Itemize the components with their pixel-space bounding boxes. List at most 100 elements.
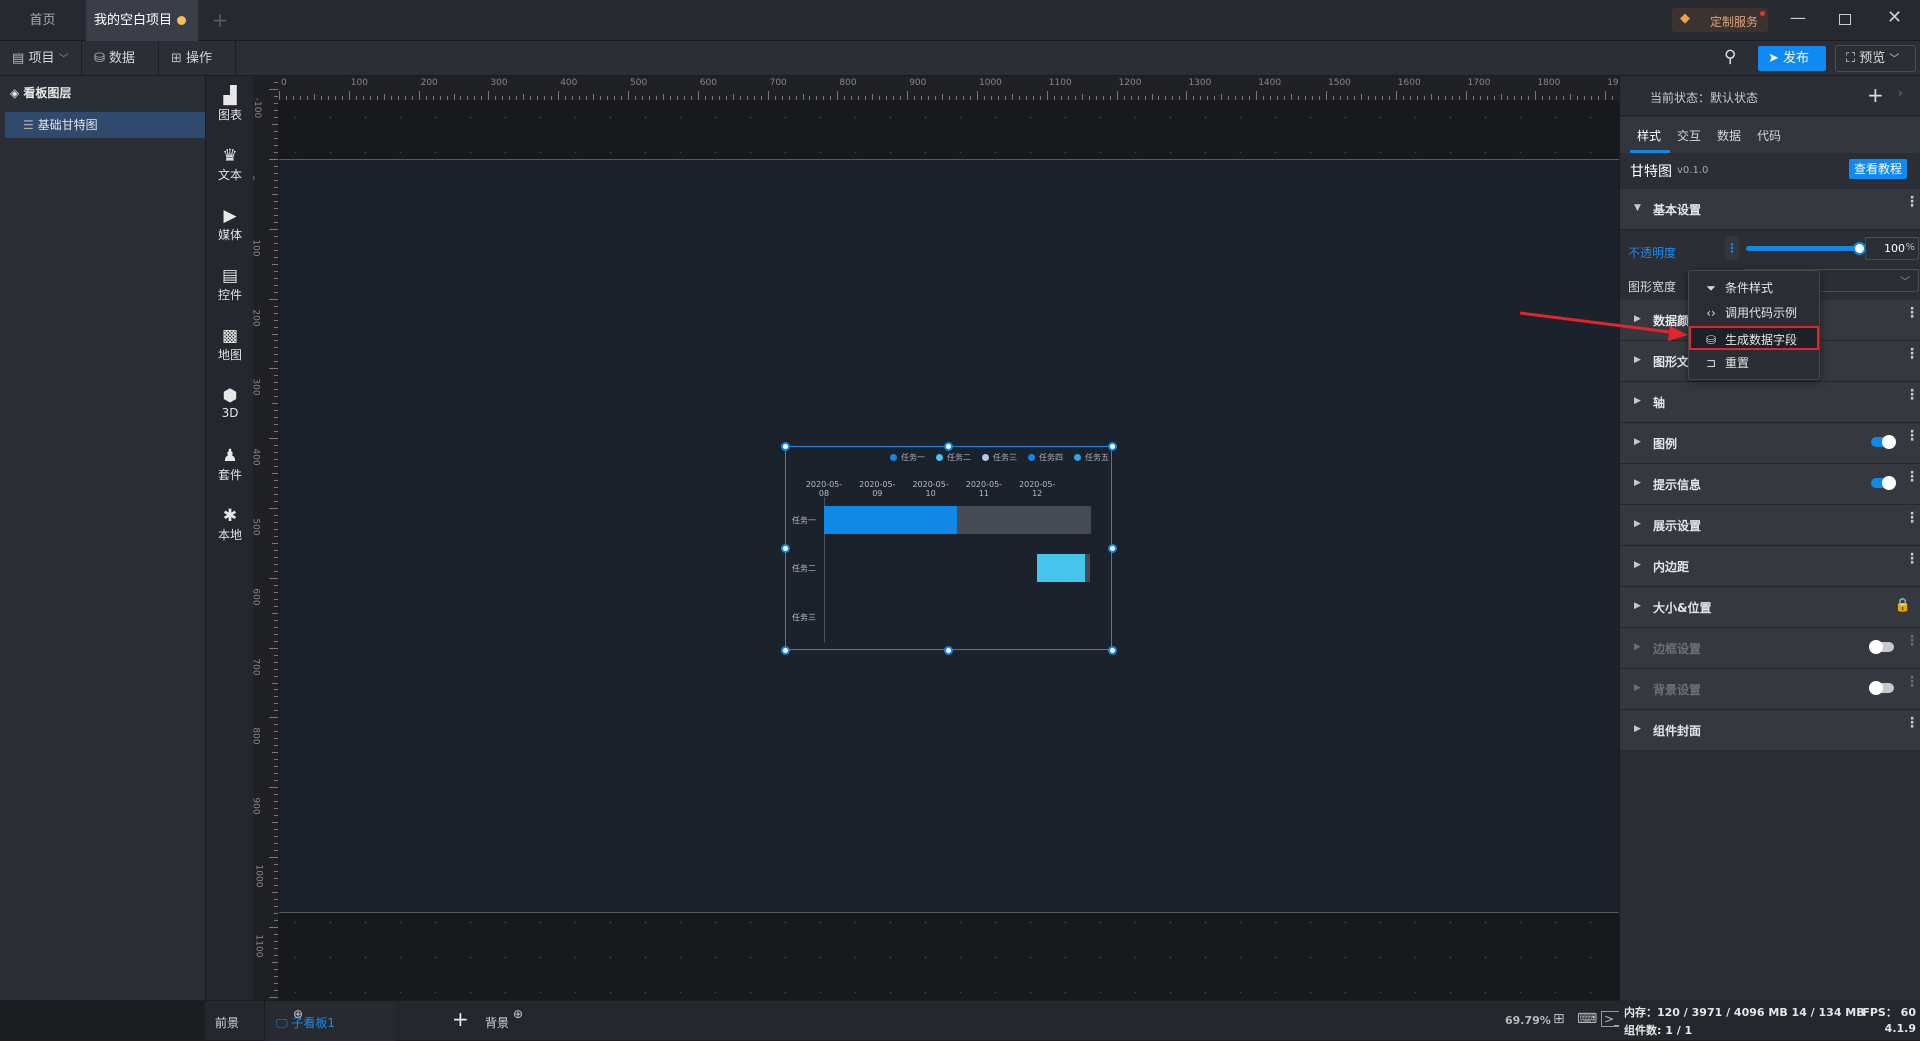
tab-home[interactable]: 首页 — [0, 0, 85, 41]
ruler-label: 800 — [253, 727, 261, 745]
new-tab-button[interactable]: + — [200, 0, 240, 41]
layers-panel: ◈ 看板图层 ☰ 基础甘特图 — [0, 76, 205, 1000]
ruler-label: 300 — [490, 78, 508, 88]
library-kit[interactable]: ♟ 套件 — [206, 446, 254, 483]
preview-button[interactable]: ⛶ 预览 ﹀ — [1835, 45, 1916, 72]
add-background-icon[interactable]: ⊕ — [513, 1007, 523, 1021]
library-3d[interactable]: ⬢ 3D — [206, 386, 254, 420]
library-text[interactable]: ♛ 文本 — [206, 146, 254, 183]
menu-operations[interactable]: ⊞ 操作 ﹀ — [159, 41, 236, 100]
more-icon[interactable]: ⋮ — [1905, 429, 1919, 443]
toggle-knob — [1882, 476, 1896, 490]
background-tab[interactable]: 背景 — [485, 1014, 509, 1031]
resize-handle[interactable] — [1107, 543, 1117, 553]
menu-item-conditional-style[interactable]: ⏷ 条件样式 — [1689, 276, 1819, 300]
section-6[interactable]: ▶ 展示设置 ⋮ — [1620, 505, 1920, 546]
resize-handle[interactable] — [780, 441, 790, 451]
lock-icon[interactable]: 🔒 — [1895, 598, 1911, 613]
more-icon[interactable]: ⋮ — [1905, 388, 1919, 402]
document-icon: ▤ — [12, 51, 25, 66]
toggle-switch[interactable] — [1869, 640, 1894, 654]
foreground-tab[interactable]: 前景 — [215, 1014, 239, 1031]
tab-project[interactable]: 我的空白项目 — [86, 0, 198, 41]
library-chart[interactable]: ▟ 图表 — [206, 86, 254, 123]
ruler-tick — [1605, 91, 1607, 100]
more-icon[interactable]: ⋮ — [1905, 470, 1919, 484]
keyboard-icon[interactable]: ⌨ — [1577, 1011, 1597, 1027]
ruler-tick — [269, 159, 278, 160]
fit-screen-icon[interactable]: ⊞ — [1553, 1011, 1565, 1027]
resize-handle[interactable] — [943, 645, 953, 655]
menu-project[interactable]: ▤ 项目 ﹀ — [0, 41, 82, 76]
library-local[interactable]: ✱ 本地 — [206, 506, 254, 543]
ruler-label: 0 — [253, 175, 255, 181]
opacity-input[interactable]: 100% — [1865, 237, 1919, 260]
section-3[interactable]: ▶ 轴 ⋮ — [1620, 382, 1920, 423]
widget-icon: ▤ — [221, 266, 239, 286]
resize-handle[interactable] — [1107, 645, 1117, 655]
resize-handle[interactable] — [943, 441, 953, 451]
ruler-tick — [837, 91, 839, 100]
section-4[interactable]: ▶ 图例 ⋮ — [1620, 423, 1920, 464]
menu-data[interactable]: ⛁ 数据 ﹀ — [82, 41, 159, 100]
chevron-right-icon[interactable]: › — [1898, 86, 1903, 100]
section-7[interactable]: ▶ 内边距 ⋮ — [1620, 546, 1920, 587]
toggle-switch[interactable] — [1869, 681, 1894, 695]
panel-tabs: 样式 交互 数据 代码 — [1620, 117, 1920, 153]
gantt-chart-component[interactable]: 任务一 任务二 任务三 任务四 任务五 2020-05-08 2020-05-09 2020… — [785, 446, 1112, 650]
menu-item-generate-fields[interactable]: ⛁ 生成数据字段 — [1689, 326, 1819, 350]
tab-style[interactable]: 样式 — [1637, 127, 1661, 144]
tab-data[interactable]: 数据 — [1717, 127, 1741, 144]
restore-icon[interactable] — [1839, 14, 1851, 25]
ruler-tick — [274, 96, 278, 98]
opacity-options-icon[interactable]: ⋮ — [1725, 236, 1739, 260]
opacity-slider[interactable] — [1746, 242, 1866, 255]
more-icon[interactable]: ⋮ — [1905, 511, 1919, 525]
more-icon[interactable]: ⋮ — [1905, 306, 1919, 320]
section-10[interactable]: ▶ 背景设置 ⋮ — [1620, 669, 1920, 710]
more-icon[interactable]: ⋮ — [1905, 634, 1919, 648]
minimize-icon[interactable]: — — [1790, 8, 1806, 27]
resize-handle[interactable] — [780, 645, 790, 655]
horizontal-ruler[interactable]: 0 100 200 300 400 500 600 700 800 900 1000 1100 1200… — [278, 76, 1620, 100]
zoom-level[interactable]: 69.79% — [1505, 1014, 1551, 1027]
search-icon[interactable]: ⚲ — [1724, 47, 1736, 67]
resize-handle[interactable] — [1107, 441, 1117, 451]
add-board-button[interactable]: + — [452, 1007, 469, 1031]
resize-handle[interactable] — [780, 543, 790, 553]
menu-item-reset[interactable]: ⊐ 重置 — [1689, 351, 1819, 375]
menu-item-code-example[interactable]: ‹› 调用代码示例 — [1689, 301, 1819, 325]
more-icon[interactable]: ⋮ — [1905, 675, 1919, 689]
more-icon[interactable]: ⋮ — [1905, 716, 1919, 730]
tab-code[interactable]: 代码 — [1757, 127, 1781, 144]
add-state-icon[interactable]: + — [1867, 83, 1884, 107]
ruler-tick — [269, 717, 278, 719]
filter-icon: ⏷ — [1706, 281, 1716, 295]
section-basic[interactable]: ▼ 基本设置 ⋮ — [1620, 189, 1920, 230]
tutorial-button[interactable]: 查看教程 — [1849, 159, 1907, 179]
annotation-arrow — [1519, 311, 1688, 341]
section-9[interactable]: ▶ 边框设置 ⋮ — [1620, 628, 1920, 669]
close-icon[interactable]: ✕ — [1887, 7, 1902, 28]
toggle-switch[interactable] — [1871, 435, 1896, 449]
layer-item[interactable]: ☰ 基础甘特图 — [5, 112, 205, 138]
caret-right-icon: ▶ — [1634, 437, 1641, 447]
toggle-switch[interactable] — [1871, 476, 1896, 490]
tab-interaction[interactable]: 交互 — [1677, 127, 1701, 144]
section-5[interactable]: ▶ 提示信息 ⋮ — [1620, 464, 1920, 505]
custom-service-button[interactable]: ◆ 定制服务 — [1672, 8, 1768, 32]
library-map[interactable]: ▩ 地图 — [206, 326, 254, 363]
section-11[interactable]: ▶ 组件封面 ⋮ — [1620, 710, 1920, 751]
more-icon[interactable]: ⋮ — [1905, 195, 1919, 209]
ruler-tick — [697, 91, 699, 100]
more-icon[interactable]: ⋮ — [1905, 552, 1919, 566]
section-8[interactable]: ▶ 大小&位置 🔒 — [1620, 587, 1920, 628]
more-icon[interactable]: ⋮ — [1905, 347, 1919, 361]
library-widget[interactable]: ▤ 控件 — [206, 266, 254, 303]
board-tab[interactable]: 🖵 子看板1 — [276, 1014, 335, 1031]
ruler-tick — [279, 91, 280, 100]
publish-button[interactable]: ➤ 发布 — [1758, 46, 1826, 71]
vertical-ruler[interactable]: -100 0 100 200 300 400 500 600 700 800 900 1000 1100… — [253, 76, 278, 1000]
library-media[interactable]: ▶ 媒体 — [206, 206, 254, 243]
ruler-label: 1300 — [1188, 78, 1212, 88]
